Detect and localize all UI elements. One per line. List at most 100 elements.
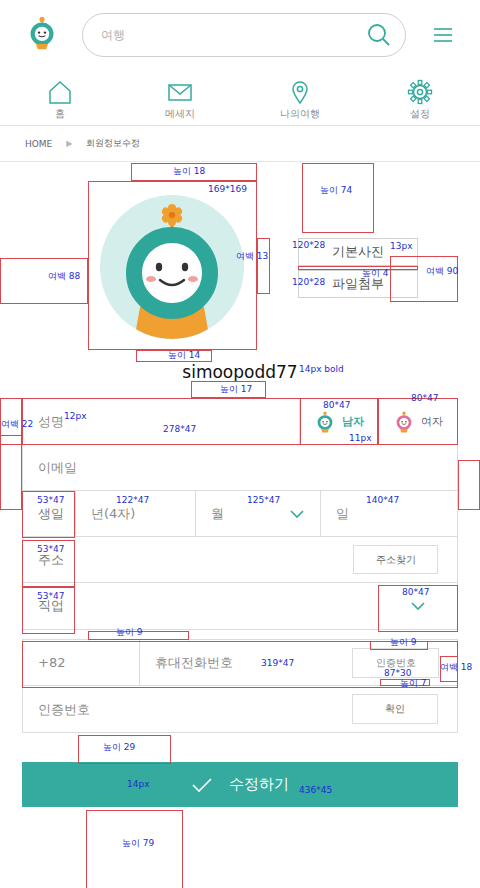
annotation-box <box>370 641 428 650</box>
annotation-label: 높이 14 <box>168 350 200 360</box>
boy-icon <box>314 411 336 433</box>
annotation-label: 120*28 <box>292 277 325 287</box>
annotation-box <box>78 735 171 764</box>
attach-file-button[interactable]: 파일첨부 <box>298 270 418 298</box>
annotation-box <box>88 631 189 640</box>
breadcrumb-home[interactable]: HOME <box>25 139 52 149</box>
birthday-label: 생일 <box>23 505 64 523</box>
annotation-box <box>298 266 418 270</box>
annotation-box <box>88 181 257 350</box>
submit-label: 수정하기 <box>229 775 289 794</box>
annotation-box <box>0 258 88 304</box>
code-input[interactable] <box>23 685 352 733</box>
annotation-label: 53*47 <box>37 591 64 601</box>
annotation-box <box>0 398 22 445</box>
chevron-down-icon <box>290 509 304 519</box>
annotation-label: 278*47 <box>163 424 196 434</box>
annotation-label: 13px <box>390 241 413 251</box>
search-bar[interactable] <box>82 13 406 57</box>
email-row <box>23 445 457 491</box>
annotation-box <box>378 398 458 445</box>
annotation-box <box>390 256 458 302</box>
nav-label: 메세지 <box>165 108 195 120</box>
annotation-label: 87*30 <box>384 668 411 678</box>
annotation-label: 80*47 <box>323 400 350 410</box>
annotation-label: 높이 79 <box>122 838 154 848</box>
check-icon <box>191 777 213 793</box>
profile-section: 기본사진파일첨부 <box>0 181 480 350</box>
annotation-label: 여백 88 <box>48 271 80 281</box>
annotation-box <box>380 679 430 686</box>
header <box>0 0 480 70</box>
find-address-button[interactable]: 주소찾기 <box>353 545 438 574</box>
gear-icon <box>407 79 433 105</box>
chevron-down-icon <box>411 601 425 611</box>
annotation-box <box>440 656 458 682</box>
annotation-label: 319*47 <box>261 658 294 668</box>
year-input[interactable] <box>76 490 195 537</box>
annotation-label: 122*47 <box>116 495 149 505</box>
annotation-label: 14px <box>127 779 150 789</box>
country-code-input[interactable] <box>23 639 139 686</box>
annotation-label: 12px <box>64 411 87 421</box>
annotation-label: 높이 7 <box>400 678 427 688</box>
annotation-box <box>458 460 480 510</box>
email-input[interactable] <box>23 444 457 491</box>
annotation-label: 높이 29 <box>103 742 135 752</box>
annotation-label: 높이 74 <box>320 185 352 195</box>
annotation-label: 14px bold <box>299 364 344 374</box>
gender-option[interactable]: 남자 <box>300 399 379 444</box>
nav-item[interactable]: 홈 <box>0 70 120 125</box>
breadcrumb: HOME▶회원정보수정 <box>0 126 480 162</box>
menu-icon[interactable] <box>434 27 452 43</box>
phone-form: 인증번호확인 <box>22 639 458 733</box>
job-select[interactable] <box>411 583 457 629</box>
name-input[interactable] <box>23 398 299 445</box>
annotation-label: 140*47 <box>366 495 399 505</box>
nav-item[interactable]: 메세지 <box>120 70 240 125</box>
nav-label: 나의여행 <box>280 108 320 120</box>
name-row: 남자여자 <box>23 399 457 445</box>
day-input[interactable] <box>321 490 457 537</box>
pin-icon <box>287 79 313 105</box>
search-input[interactable] <box>99 27 367 43</box>
nav-item[interactable]: 설정 <box>360 70 480 125</box>
annotation-box <box>257 238 270 294</box>
nav-label: 설정 <box>410 108 430 120</box>
annotation-label: 11px <box>349 433 372 443</box>
annotation-label: 53*47 <box>37 495 64 505</box>
annotation-label: 높이 9 <box>390 637 417 647</box>
annotation-label: 120*28 <box>292 240 325 250</box>
annotation-box <box>191 381 266 398</box>
phone-input[interactable] <box>140 639 352 686</box>
annotation-box <box>302 163 374 233</box>
profile-photo <box>88 181 257 350</box>
nav-item[interactable]: 나의여행 <box>240 70 360 125</box>
annotation-box <box>22 491 75 538</box>
code-row: 확인 <box>23 686 457 732</box>
request-code-button[interactable]: 인증번호 <box>352 648 439 678</box>
nav-label: 홈 <box>55 108 65 120</box>
annotation-label: 높이 4 <box>362 268 389 278</box>
logo-icon <box>25 16 59 50</box>
annotation-box <box>22 540 75 587</box>
member-form: 남자여자생일주소 주소찾기직업 <box>22 398 458 630</box>
girl-icon <box>393 411 415 433</box>
annotation-box <box>378 585 458 632</box>
default-photo-button[interactable]: 기본사진 <box>298 238 418 266</box>
address-row: 주소 주소찾기 <box>23 537 457 583</box>
photo-buttons: 기본사진파일첨부 <box>298 181 418 350</box>
annotation-label: 125*47 <box>247 495 280 505</box>
annotation-label: 높이 17 <box>220 384 252 394</box>
annotation-label: 80*47 <box>411 393 438 403</box>
search-icon <box>367 23 391 47</box>
job-row: 직업 <box>23 583 457 629</box>
nav-bar: 홈 메세지 나의여행 설정 <box>0 70 480 126</box>
confirm-button[interactable]: 확인 <box>352 694 438 724</box>
address-label: 주소 <box>23 551 64 569</box>
annotation-label: 여백 22 <box>1 419 33 429</box>
month-select[interactable] <box>196 490 290 537</box>
gender-option[interactable]: 여자 <box>378 399 457 444</box>
submit-button[interactable]: 수정하기 <box>22 762 458 807</box>
annotation-label: 여백 18 <box>440 662 472 672</box>
